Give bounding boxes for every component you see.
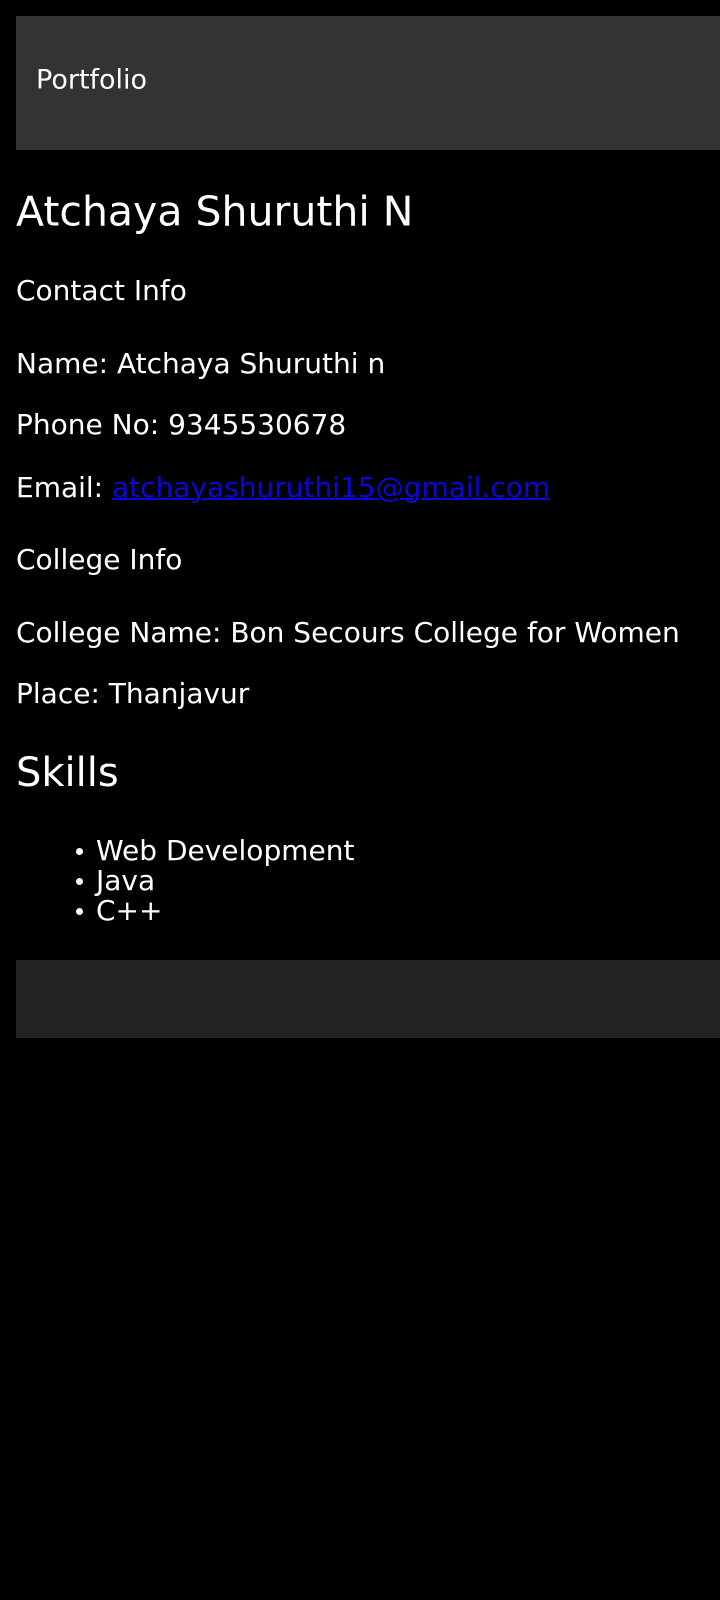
contact-phone-value: 9345530678: [168, 408, 347, 441]
footer-bar: [16, 960, 720, 1038]
skill-label: C++: [96, 894, 163, 927]
contact-email-line: Email: atchayashuruthi15@gmail.com: [16, 474, 550, 502]
email-link[interactable]: atchayashuruthi15@gmail.com: [112, 471, 550, 504]
skills-heading: Skills: [16, 750, 119, 796]
contact-info-heading: Contact Info: [16, 274, 187, 307]
skill-label: Java: [96, 864, 156, 897]
skill-item: Web Development: [76, 834, 355, 867]
college-place-line: Place: Thanjavur: [16, 680, 249, 708]
profile-name-heading: Atchaya Shuruthi N: [16, 187, 414, 236]
college-name-line: College Name: Bon Secours College for Wo…: [16, 619, 680, 647]
contact-email-label: Email:: [16, 471, 104, 504]
bullet-icon: [76, 878, 83, 885]
bullet-icon: [76, 908, 83, 915]
college-place-value: Thanjavur: [108, 677, 250, 710]
college-name-value: Bon Secours College for Women: [230, 616, 680, 649]
header-bar: Portfolio: [16, 16, 720, 150]
contact-name-line: Name: Atchaya Shuruthi n: [16, 350, 385, 378]
contact-name-label: Name:: [16, 347, 109, 380]
bullet-icon: [76, 848, 83, 855]
contact-phone-line: Phone No: 9345530678: [16, 411, 346, 439]
college-info-heading: College Info: [16, 543, 183, 576]
skill-item: Java: [76, 864, 354, 897]
skills-list: Web Development Java C++: [76, 834, 355, 927]
skill-label: Web Development: [96, 834, 355, 867]
contact-name-value: Atchaya Shuruthi n: [116, 347, 386, 380]
college-name-label: College Name:: [16, 616, 222, 649]
skill-item: C++: [76, 894, 354, 927]
contact-phone-label: Phone No:: [16, 408, 160, 441]
college-place-label: Place:: [16, 677, 100, 710]
header-title: Portfolio: [36, 64, 148, 96]
